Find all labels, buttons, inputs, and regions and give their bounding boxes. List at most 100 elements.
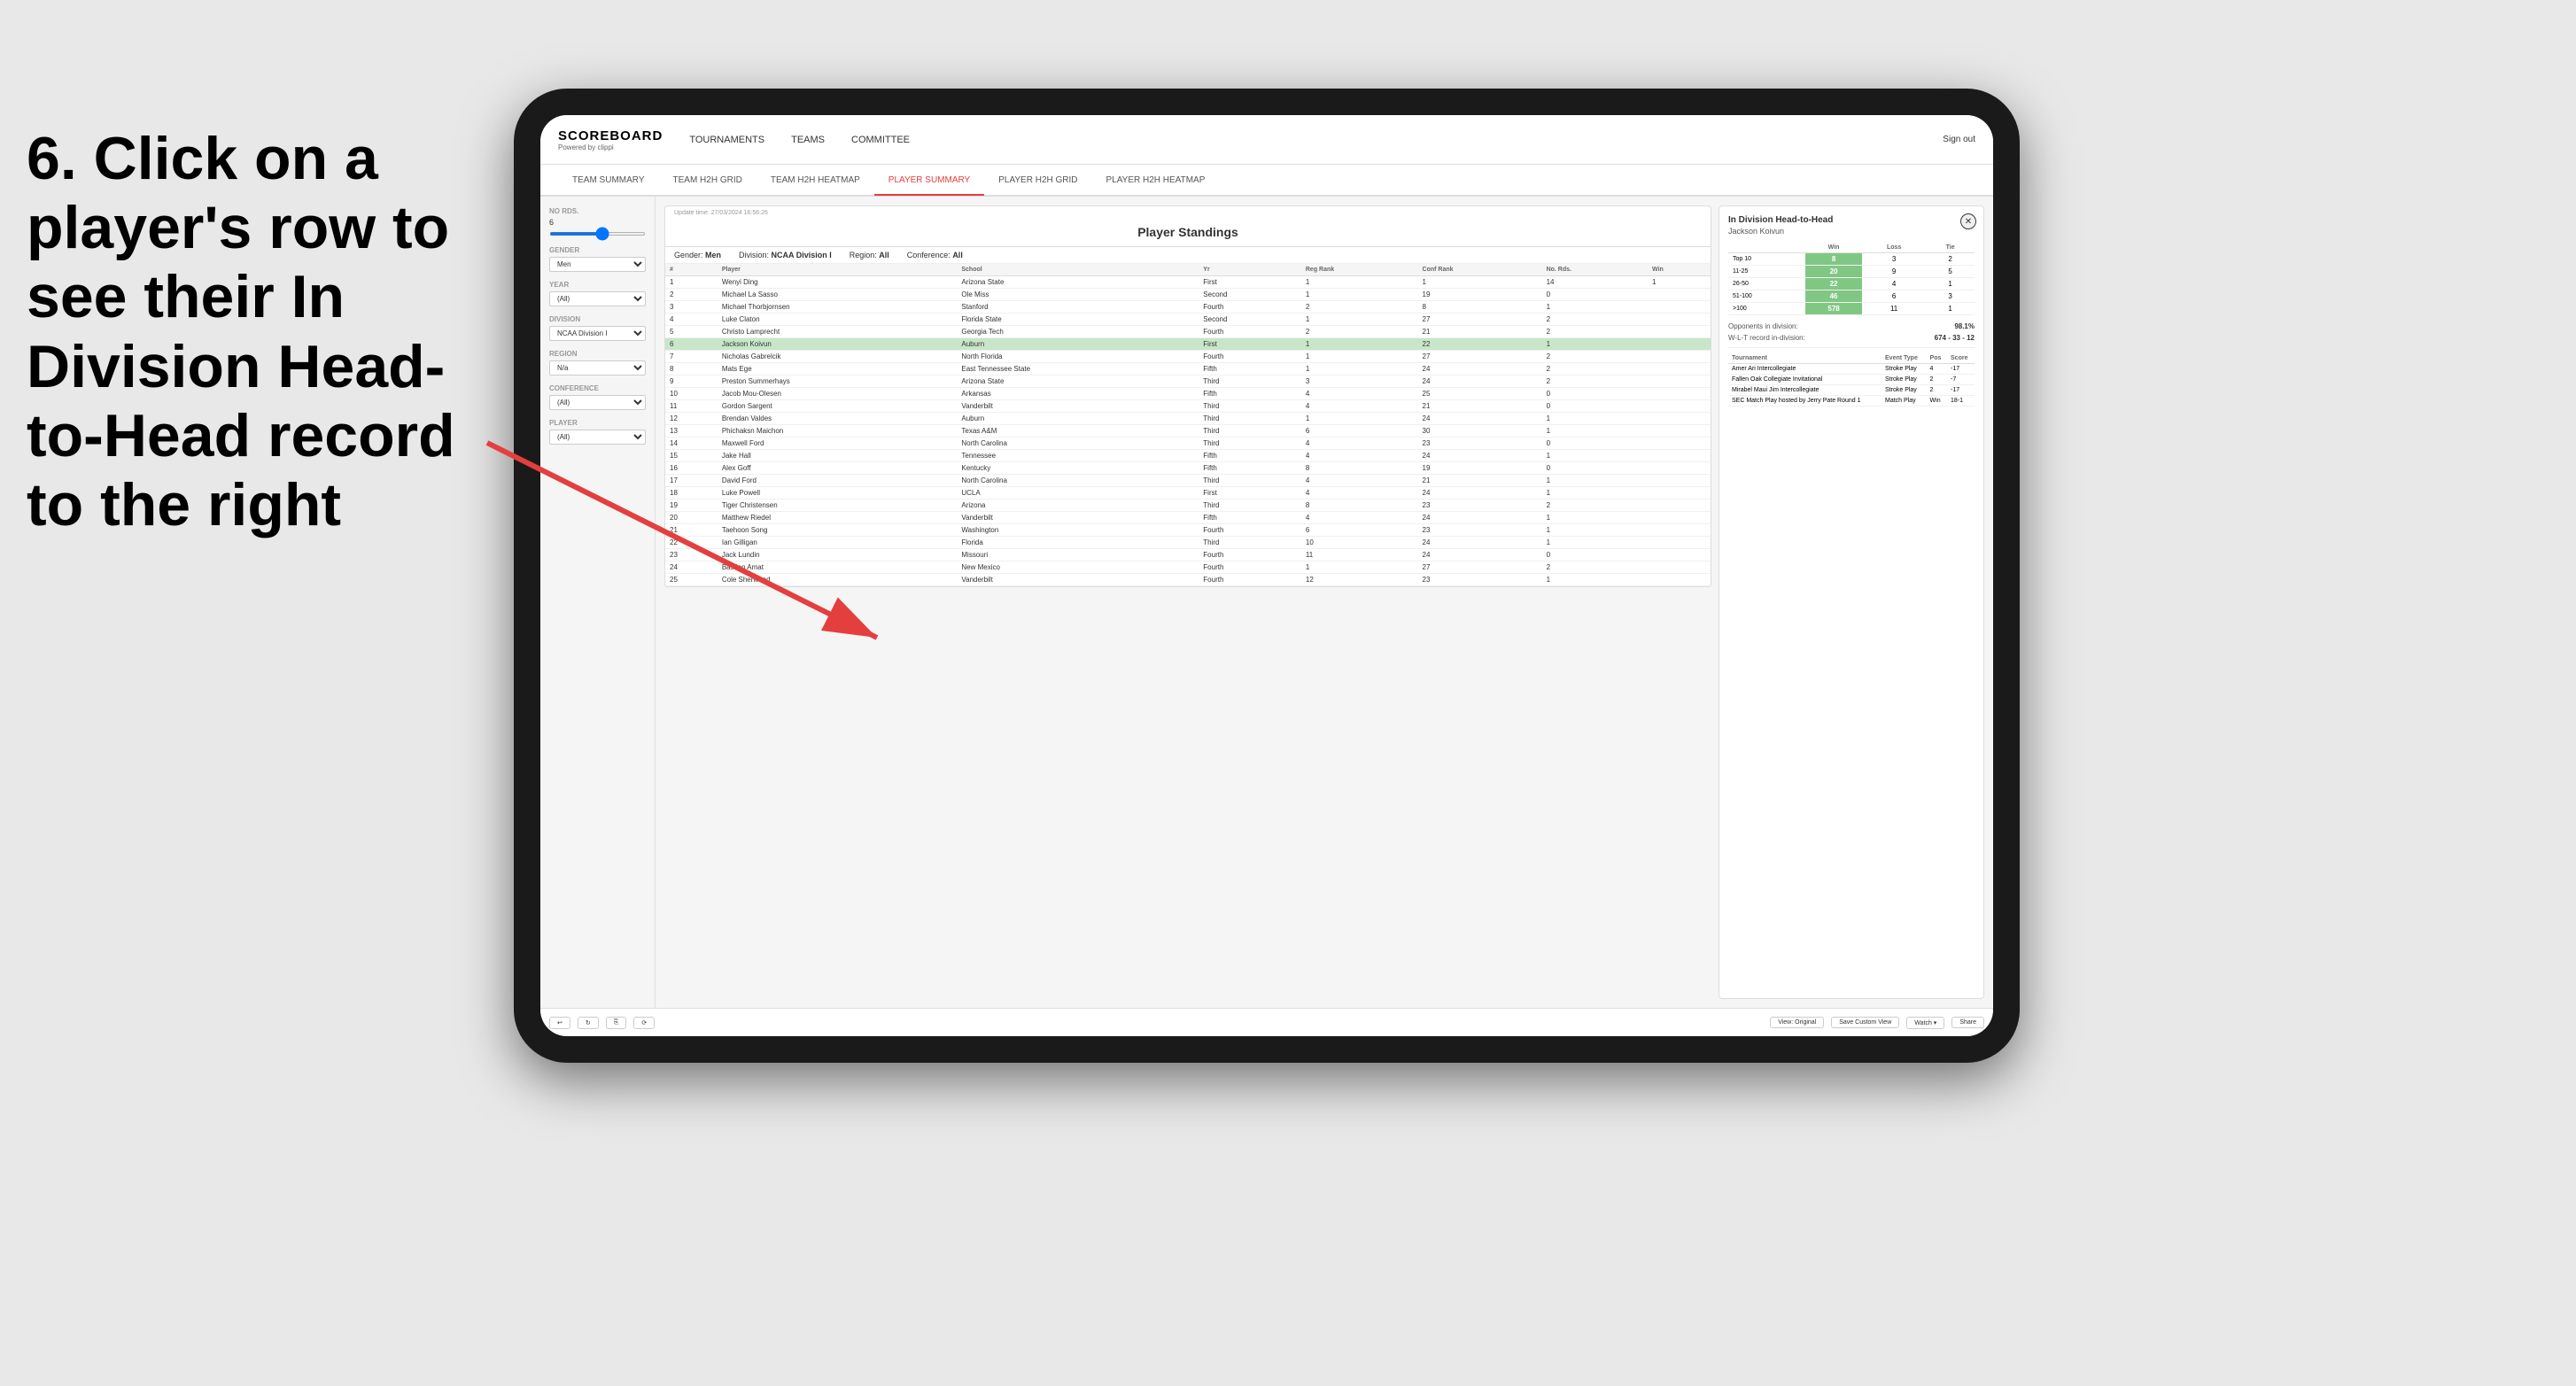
cell-no-rds: 1 bbox=[1542, 413, 1648, 425]
table-row[interactable]: 6 Jackson Koivun Auburn First 1 22 1 bbox=[665, 338, 1711, 351]
year-select[interactable]: (All) bbox=[549, 291, 646, 306]
save-custom-button[interactable]: Save Custom View bbox=[1831, 1017, 1899, 1028]
h2h-player-name: Jackson Koivun bbox=[1728, 227, 1975, 236]
watch-button[interactable]: Watch ▾ bbox=[1906, 1017, 1944, 1029]
tournament-name: SEC Match Play hosted by Jerry Pate Roun… bbox=[1728, 396, 1882, 407]
sidebar-region-label: Region bbox=[549, 350, 646, 358]
cell-reg-rank: 1 bbox=[1301, 363, 1418, 376]
h2h-close-button[interactable]: ✕ bbox=[1960, 213, 1976, 229]
cell-conf-rank: 25 bbox=[1418, 388, 1542, 400]
h2h-range: 26-50 bbox=[1728, 278, 1805, 290]
table-row[interactable]: 19 Tiger Christensen Arizona Third 8 23 … bbox=[665, 499, 1711, 512]
table-container[interactable]: # Player School Yr Reg Rank Conf Rank No… bbox=[665, 264, 1711, 586]
cell-school: Washington bbox=[957, 524, 1199, 537]
h2h-win: 578 bbox=[1805, 303, 1862, 315]
nav-committee[interactable]: COMMITTEE bbox=[851, 130, 910, 150]
cell-school: Arizona State bbox=[957, 376, 1199, 388]
cell-rank: 4 bbox=[665, 314, 718, 326]
refresh-button[interactable]: ⟳ bbox=[633, 1017, 655, 1029]
cell-rank: 13 bbox=[665, 425, 718, 437]
cell-rank: 8 bbox=[665, 363, 718, 376]
instruction-text: 6. Click on a player's row to see their … bbox=[0, 106, 496, 557]
table-row[interactable]: 23 Jack Lundin Missouri Fourth 11 24 0 bbox=[665, 549, 1711, 561]
cell-school: Arkansas bbox=[957, 388, 1199, 400]
tab-team-h2h-heatmap[interactable]: TEAM H2H HEATMAP bbox=[757, 166, 874, 196]
col-rank: # bbox=[665, 264, 718, 276]
cell-yr: Third bbox=[1199, 537, 1301, 549]
cell-no-rds: 1 bbox=[1542, 475, 1648, 487]
cell-player: Cole Sherwood bbox=[718, 574, 958, 586]
table-row[interactable]: 10 Jacob Mou-Olesen Arkansas Fifth 4 25 … bbox=[665, 388, 1711, 400]
h2h-range: 51-100 bbox=[1728, 290, 1805, 303]
table-row[interactable]: 2 Michael La Sasso Ole Miss Second 1 19 … bbox=[665, 289, 1711, 301]
cell-reg-rank: 4 bbox=[1301, 388, 1418, 400]
cell-player: Luke Claton bbox=[718, 314, 958, 326]
tab-player-h2h-heatmap[interactable]: PLAYER H2H HEATMAP bbox=[1092, 166, 1220, 196]
cell-conf-rank: 8 bbox=[1418, 301, 1542, 314]
nav-tournaments[interactable]: TOURNAMENTS bbox=[689, 130, 764, 150]
tab-team-summary[interactable]: TEAM SUMMARY bbox=[558, 166, 659, 196]
conference-select[interactable]: (All) bbox=[549, 395, 646, 410]
no-rds-slider[interactable] bbox=[549, 232, 646, 236]
gender-select[interactable]: Men Women bbox=[549, 257, 646, 272]
view-original-button[interactable]: View: Original bbox=[1770, 1017, 1824, 1028]
cell-conf-rank: 19 bbox=[1418, 289, 1542, 301]
undo-button[interactable]: ↩ bbox=[549, 1017, 570, 1029]
table-row[interactable]: 21 Taehoon Song Washington Fourth 6 23 1 bbox=[665, 524, 1711, 537]
cell-yr: Third bbox=[1199, 425, 1301, 437]
tab-team-h2h-grid[interactable]: TEAM H2H GRID bbox=[659, 166, 757, 196]
cell-reg-rank: 6 bbox=[1301, 524, 1418, 537]
cell-player: Taehoon Song bbox=[718, 524, 958, 537]
cell-school: Auburn bbox=[957, 413, 1199, 425]
cell-player: Matthew Riedel bbox=[718, 512, 958, 524]
copy-button[interactable]: ⎘ bbox=[606, 1017, 627, 1029]
table-row[interactable]: 16 Alex Goff Kentucky Fifth 8 19 0 bbox=[665, 462, 1711, 475]
cell-rank: 14 bbox=[665, 437, 718, 450]
cell-win bbox=[1648, 413, 1711, 425]
region-select[interactable]: N/a bbox=[549, 360, 646, 376]
col-score: Score bbox=[1947, 353, 1975, 364]
table-row[interactable]: 24 Bastien Amat New Mexico Fourth 1 27 2 bbox=[665, 561, 1711, 574]
table-row[interactable]: 8 Mats Ege East Tennessee State Fifth 1 … bbox=[665, 363, 1711, 376]
redo-button[interactable]: ↻ bbox=[578, 1017, 599, 1029]
player-select[interactable]: (All) bbox=[549, 430, 646, 445]
tournament-tbody: Amer Ari Intercollegiate Stroke Play 4 -… bbox=[1728, 364, 1975, 407]
sidebar-division: Division NCAA Division I bbox=[549, 315, 646, 341]
col-win: Win bbox=[1648, 264, 1711, 276]
tab-player-h2h-grid[interactable]: PLAYER H2H GRID bbox=[984, 166, 1091, 196]
table-row[interactable]: 7 Nicholas Gabrelcik North Florida Fourt… bbox=[665, 351, 1711, 363]
table-row[interactable]: 4 Luke Claton Florida State Second 1 27 … bbox=[665, 314, 1711, 326]
tournament-type: Stroke Play bbox=[1882, 385, 1927, 396]
table-row[interactable]: 15 Jake Hall Tennessee Fifth 4 24 1 bbox=[665, 450, 1711, 462]
cell-player: Michael La Sasso bbox=[718, 289, 958, 301]
cell-player: Wenyi Ding bbox=[718, 276, 958, 289]
table-row[interactable]: 25 Cole Sherwood Vanderbilt Fourth 12 23… bbox=[665, 574, 1711, 586]
table-row[interactable]: 13 Phichaksn Maichon Texas A&M Third 6 3… bbox=[665, 425, 1711, 437]
table-header-row: # Player School Yr Reg Rank Conf Rank No… bbox=[665, 264, 1711, 276]
sign-out-link[interactable]: Sign out bbox=[1943, 135, 1975, 144]
standings-table: # Player School Yr Reg Rank Conf Rank No… bbox=[665, 264, 1711, 586]
table-row[interactable]: 14 Maxwell Ford North Carolina Third 4 2… bbox=[665, 437, 1711, 450]
table-row[interactable]: 5 Christo Lamprecht Georgia Tech Fourth … bbox=[665, 326, 1711, 338]
division-select[interactable]: NCAA Division I bbox=[549, 326, 646, 341]
tab-player-summary[interactable]: PLAYER SUMMARY bbox=[874, 166, 984, 196]
table-row[interactable]: 22 Ian Gilligan Florida Third 10 24 1 bbox=[665, 537, 1711, 549]
cell-conf-rank: 24 bbox=[1418, 376, 1542, 388]
table-row[interactable]: 20 Matthew Riedel Vanderbilt Fifth 4 24 … bbox=[665, 512, 1711, 524]
table-row[interactable]: 17 David Ford North Carolina Third 4 21 … bbox=[665, 475, 1711, 487]
table-row[interactable]: 12 Brendan Valdes Auburn Third 1 24 1 bbox=[665, 413, 1711, 425]
filter-gender: Gender: Men bbox=[674, 251, 721, 259]
cell-win bbox=[1648, 475, 1711, 487]
cell-player: Preston Summerhays bbox=[718, 376, 958, 388]
table-row[interactable]: 1 Wenyi Ding Arizona State First 1 1 14 … bbox=[665, 276, 1711, 289]
table-row[interactable]: 9 Preston Summerhays Arizona State Third… bbox=[665, 376, 1711, 388]
nav-teams[interactable]: TEAMS bbox=[791, 130, 825, 150]
cell-conf-rank: 24 bbox=[1418, 549, 1542, 561]
table-row[interactable]: 18 Luke Powell UCLA First 4 24 1 bbox=[665, 487, 1711, 499]
table-row[interactable]: 11 Gordon Sargent Vanderbilt Third 4 21 … bbox=[665, 400, 1711, 413]
share-button[interactable]: Share bbox=[1951, 1017, 1984, 1028]
cell-rank: 12 bbox=[665, 413, 718, 425]
cell-conf-rank: 27 bbox=[1418, 561, 1542, 574]
table-row[interactable]: 3 Michael Thorbjornsen Stanford Fourth 2… bbox=[665, 301, 1711, 314]
h2h-win: 20 bbox=[1805, 266, 1862, 278]
